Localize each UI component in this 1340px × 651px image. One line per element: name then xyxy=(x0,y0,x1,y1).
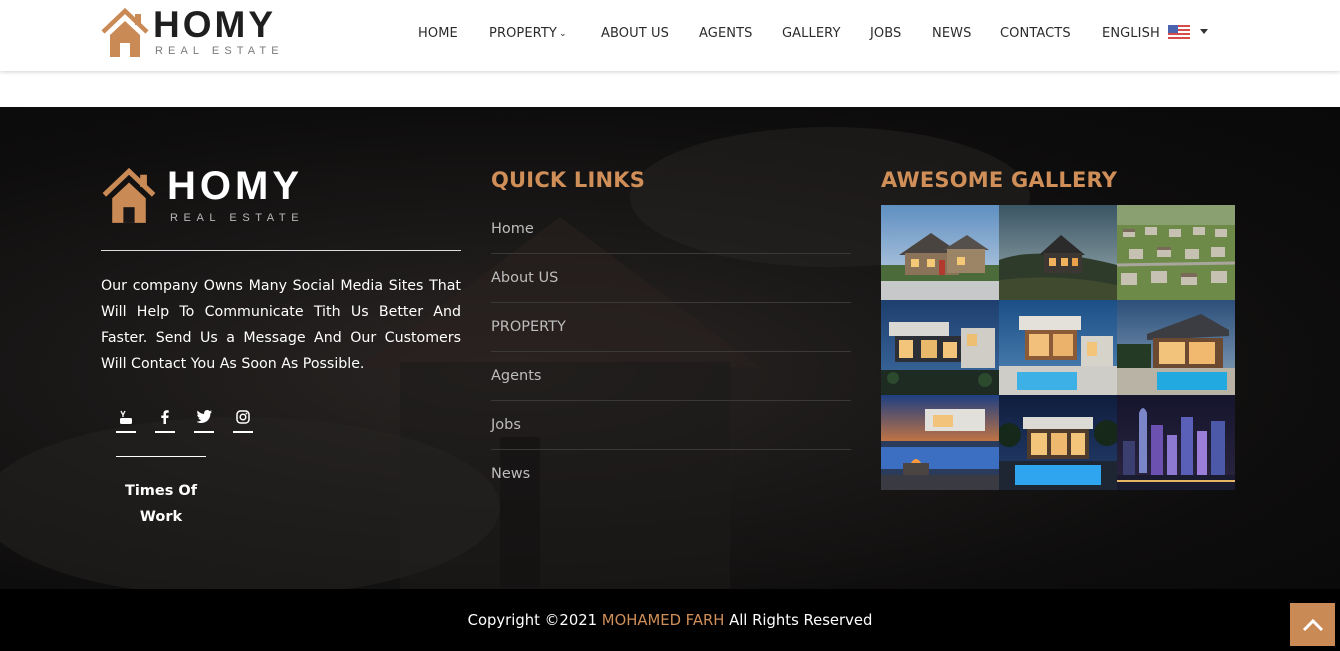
gallery-image-hillside-house[interactable] xyxy=(999,205,1117,300)
nav-about-us[interactable]: ABOUT US xyxy=(601,26,669,41)
facebook-icon xyxy=(161,410,169,424)
quick-links-list: Home About US PROPERTY Agents Jobs News xyxy=(491,205,851,499)
quick-links-title: QUICK LINKS xyxy=(491,168,646,192)
house-logo-icon xyxy=(102,168,156,223)
chevron-up-icon xyxy=(1302,618,1323,631)
footer-logo[interactable]: HOMY REAL ESTATE xyxy=(101,164,305,224)
quick-link-about-us[interactable]: About US xyxy=(491,254,851,303)
gallery-title: AWESOME GALLERY xyxy=(881,168,1118,192)
quick-link-agents[interactable]: Agents xyxy=(491,352,851,401)
twitter-icon xyxy=(196,410,212,423)
footer-divider xyxy=(101,250,461,251)
brand-tagline: REAL ESTATE xyxy=(155,45,284,57)
times-of-work-title: Times Of Work xyxy=(124,483,198,525)
nav-gallery[interactable]: GALLERY xyxy=(782,26,841,41)
times-divider xyxy=(116,456,206,457)
quick-link-jobs[interactable]: Jobs xyxy=(491,401,851,450)
nav-jobs[interactable]: JOBS xyxy=(870,26,901,41)
caret-down-icon xyxy=(1200,29,1209,34)
facebook-link[interactable] xyxy=(155,408,175,433)
language-label: ENGLISH xyxy=(1102,26,1160,41)
nav-contacts[interactable]: CONTACTS xyxy=(1000,26,1071,41)
header-logo[interactable]: HOMY REAL ESTATE xyxy=(101,4,284,58)
copyright-suffix: All Rights Reserved xyxy=(729,612,873,629)
us-flag-icon xyxy=(1168,25,1191,39)
language-dropdown[interactable]: ENGLISH xyxy=(1102,25,1209,41)
twitter-link[interactable] xyxy=(194,408,214,433)
nav-property-label: PROPERTY xyxy=(489,26,557,41)
nav-agents[interactable]: AGENTS xyxy=(699,26,752,41)
house-logo-icon xyxy=(101,8,149,57)
quick-link-news[interactable]: News xyxy=(491,450,851,499)
youtube-link[interactable] xyxy=(116,408,136,433)
youtube-icon xyxy=(120,410,132,424)
copyright-text: Copyright ©2021 MOHAMED FARH All Rights … xyxy=(0,612,1340,629)
gallery-image-pool-villa-night[interactable] xyxy=(999,395,1117,490)
back-to-top-button[interactable] xyxy=(1290,603,1335,646)
gallery-image-modern-house-pool[interactable] xyxy=(999,300,1117,395)
quick-link-property[interactable]: PROPERTY xyxy=(491,303,851,352)
site-header: HOMY REAL ESTATE HOME PROPERTY ⌄ ABOUT US… xyxy=(0,0,1340,71)
copyright-author-link[interactable]: MOHAMED FARH xyxy=(602,612,725,629)
chevron-down-icon: ⌄ xyxy=(558,29,567,39)
gallery-image-house-dusk[interactable] xyxy=(881,205,999,300)
nav-home[interactable]: HOME xyxy=(418,26,458,41)
nav-news[interactable]: NEWS xyxy=(932,26,971,41)
gallery-image-infinity-pool[interactable] xyxy=(881,395,999,490)
about-text: Our company Owns Many Social Media Sites… xyxy=(101,278,461,372)
gallery-grid xyxy=(881,205,1235,490)
nav-property[interactable]: PROPERTY ⌄ xyxy=(489,26,567,41)
footer-brand-tagline: REAL ESTATE xyxy=(170,212,305,224)
copyright-prefix: Copyright ©2021 xyxy=(467,612,598,629)
instagram-link[interactable] xyxy=(233,408,253,433)
gallery-image-city-skyline[interactable] xyxy=(1117,395,1235,490)
gallery-image-villa-pool[interactable] xyxy=(1117,300,1235,395)
gallery-image-modern-villa-night[interactable] xyxy=(881,300,999,395)
social-links xyxy=(116,408,272,433)
instagram-icon xyxy=(236,410,250,424)
brand-name: HOMY xyxy=(153,4,276,45)
gallery-image-suburb-aerial[interactable] xyxy=(1117,205,1235,300)
footer-brand-name: HOMY xyxy=(167,164,303,208)
quick-link-home[interactable]: Home xyxy=(491,205,851,254)
